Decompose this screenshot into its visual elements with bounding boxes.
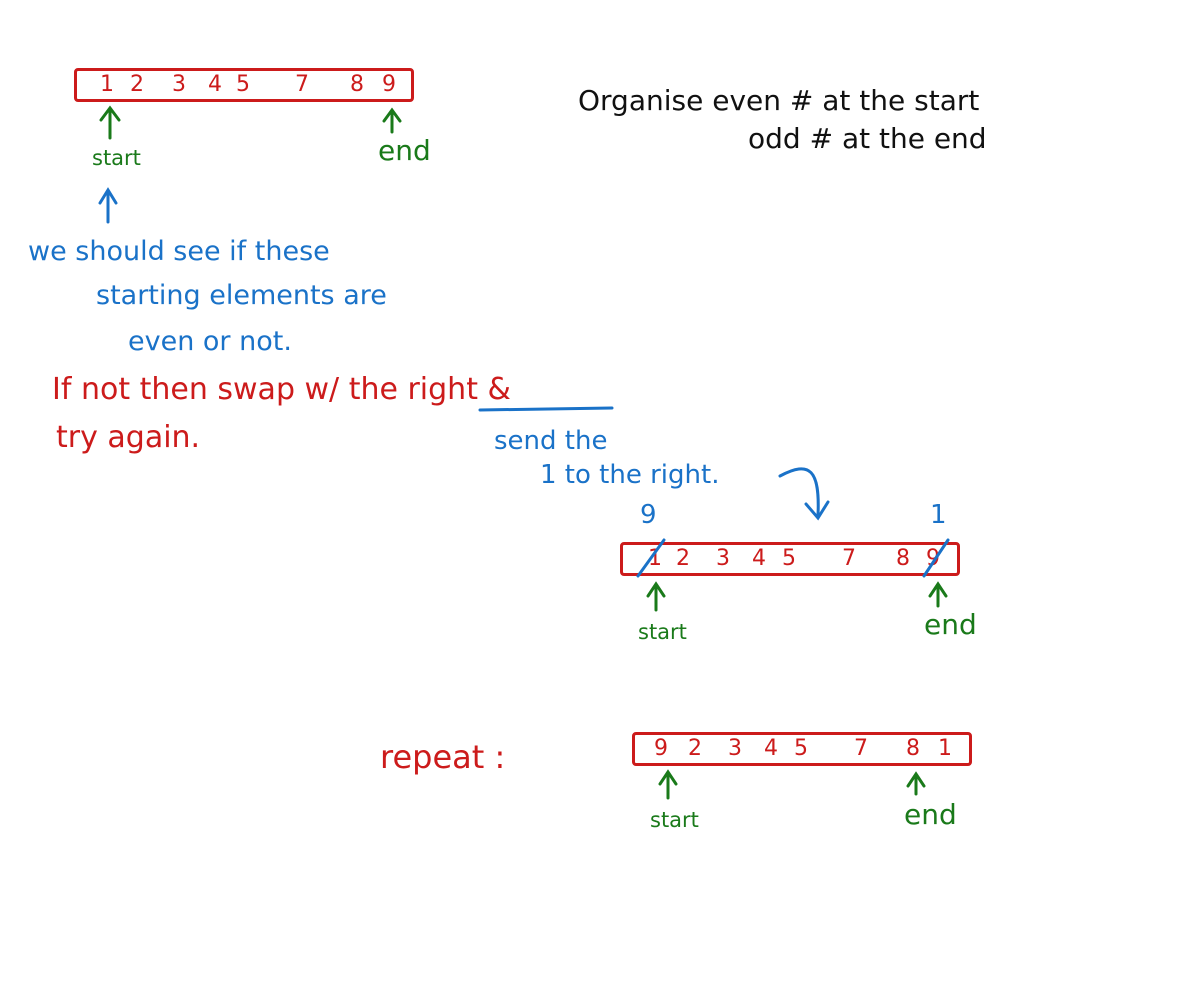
array-3-end-label: end <box>904 798 957 831</box>
array-3-start-label: start <box>650 808 699 832</box>
array-3-arrows <box>658 769 926 800</box>
